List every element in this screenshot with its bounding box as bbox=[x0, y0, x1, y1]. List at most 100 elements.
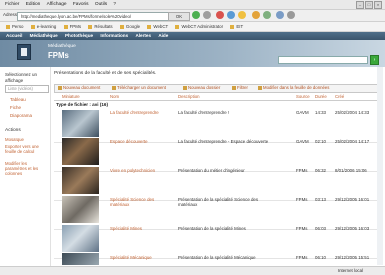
row-description: Présentation de la spécialité Mines bbox=[178, 226, 246, 231]
home-icon[interactable] bbox=[238, 11, 246, 19]
col-duration[interactable]: Durée bbox=[315, 94, 327, 99]
banner-subtitle: Médiathèque bbox=[48, 44, 76, 49]
action-export[interactable]: Exporter vers une feuille de calcul bbox=[5, 144, 49, 154]
fav-fpms[interactable]: FPMs bbox=[63, 22, 81, 31]
menu-edit[interactable]: Edition bbox=[26, 0, 41, 9]
status-zone: Internet local bbox=[337, 268, 363, 273]
video-thumbnail[interactable] bbox=[62, 167, 99, 194]
row-created: 25/02/2004 14:17 bbox=[335, 139, 370, 144]
search-input[interactable] bbox=[278, 56, 368, 64]
row-created: 29/12/2005 15:51 bbox=[335, 255, 370, 260]
menu-help[interactable]: ? bbox=[113, 0, 116, 9]
history-icon[interactable] bbox=[263, 11, 271, 19]
new-document-button[interactable]: Nouveau document bbox=[58, 85, 100, 91]
stop-icon[interactable] bbox=[216, 11, 224, 19]
row-description: La faculté d'entreprendre - Espace décou… bbox=[178, 139, 269, 144]
row-name[interactable]: Vivre en polytechnicien bbox=[110, 168, 170, 173]
fav-google[interactable]: Google bbox=[119, 22, 140, 31]
row-source: FPMs bbox=[296, 226, 308, 231]
go-button[interactable]: OK bbox=[168, 12, 190, 21]
nav-phototheque[interactable]: Photothèque bbox=[65, 32, 93, 40]
print-icon[interactable] bbox=[287, 11, 295, 19]
row-created: 8/01/2006 15:06 bbox=[335, 168, 367, 173]
filter-button[interactable]: Filtrer bbox=[232, 85, 248, 91]
col-created[interactable]: Créé bbox=[335, 94, 344, 99]
col-source[interactable]: Source bbox=[296, 94, 310, 99]
fav-perso[interactable]: Perso bbox=[6, 22, 23, 31]
browser-menubar: Fichier Edition Affichage Favoris Outils… bbox=[0, 0, 385, 10]
nav-accueil[interactable]: Accueil bbox=[6, 32, 22, 40]
library-description: Présentations de la faculté et de ses sp… bbox=[54, 71, 157, 76]
video-thumbnail[interactable] bbox=[62, 225, 99, 252]
close-icon[interactable]: × bbox=[374, 1, 382, 9]
video-thumbnail[interactable] bbox=[62, 253, 99, 265]
vertical-scrollbar[interactable] bbox=[377, 67, 383, 265]
row-created: 25/02/2004 14:33 bbox=[335, 110, 370, 115]
view-select-input[interactable]: Liste (vidéos) bbox=[5, 85, 49, 93]
refresh-icon[interactable] bbox=[227, 11, 235, 19]
nav-aide[interactable]: Aide bbox=[158, 32, 168, 40]
action-modify-settings[interactable]: Modifier les paramètres et les colonnes bbox=[5, 161, 49, 177]
menu-tools[interactable]: Outils bbox=[95, 0, 107, 9]
row-name[interactable]: La faculté d'entreprendre bbox=[110, 110, 170, 115]
row-description: Présentation de la spécialité Science de… bbox=[178, 197, 259, 208]
site-nav: Accueil Médiathèque Photothèque Informat… bbox=[0, 32, 385, 40]
col-description[interactable]: Description bbox=[178, 94, 200, 99]
datasheet-edit-button[interactable]: Modifier dans la feuille de données bbox=[258, 85, 329, 91]
upload-document-button[interactable]: Télécharger un document bbox=[112, 85, 166, 91]
row-source: FPMs bbox=[296, 168, 308, 173]
forward-icon[interactable] bbox=[203, 11, 211, 19]
fav-webct[interactable]: WebCT bbox=[147, 22, 168, 31]
row-name[interactable]: Spécialité Mines bbox=[110, 226, 170, 231]
minimize-icon[interactable]: – bbox=[356, 1, 364, 9]
row-source: FPMs bbox=[296, 197, 308, 202]
menu-view[interactable]: Affichage bbox=[47, 0, 67, 9]
row-duration: 02:10 bbox=[315, 139, 326, 144]
row-description: Présentation de la spécialité Mécanique bbox=[178, 255, 256, 260]
row-description: Présentation du métier d'ingénieur bbox=[178, 168, 245, 173]
window-controls: – □ × bbox=[355, 1, 382, 9]
view-link-diaporama[interactable]: Diaporama bbox=[10, 113, 32, 118]
row-name[interactable]: Spécialité Science des matériaux bbox=[110, 197, 170, 208]
menu-file[interactable]: Fichier bbox=[5, 0, 19, 9]
new-folder-button[interactable]: Nouveau dossier bbox=[183, 85, 220, 91]
row-description: La faculté d'entreprendre ! bbox=[178, 110, 230, 115]
maximize-icon[interactable]: □ bbox=[365, 1, 373, 9]
video-thumbnail[interactable] bbox=[62, 138, 99, 165]
nav-alertes[interactable]: Alertes bbox=[135, 32, 151, 40]
row-created: 29/12/2005 16:03 bbox=[335, 226, 370, 231]
row-source: FPMs bbox=[296, 255, 308, 260]
search-button[interactable]: › bbox=[370, 55, 379, 65]
row-name[interactable]: Spécialité Mécanique bbox=[110, 255, 170, 260]
row-duration: 14:33 bbox=[315, 110, 326, 115]
col-name[interactable]: Nom bbox=[110, 94, 119, 99]
view-link-fiche[interactable]: Fiche bbox=[10, 105, 21, 110]
view-link-tableau[interactable]: Tableau bbox=[10, 97, 26, 102]
row-duration: 06:32 bbox=[315, 168, 326, 173]
mail-icon[interactable] bbox=[276, 11, 284, 19]
fav-elearning[interactable]: e-learning bbox=[30, 22, 56, 31]
favorites-bar: Perso e-learning FPMs Résultats Google W… bbox=[0, 22, 385, 32]
row-created: 29/12/2005 16:01 bbox=[335, 197, 370, 202]
row-source: GAVM bbox=[296, 139, 309, 144]
banner-title: FPMs bbox=[48, 51, 69, 60]
fav-resultats[interactable]: Résultats bbox=[88, 22, 113, 31]
back-icon[interactable] bbox=[192, 11, 200, 19]
view-select-title: Sélectionnez un affichage bbox=[5, 72, 38, 83]
fav-webct-admin[interactable]: WebCT Administrator bbox=[175, 22, 223, 31]
col-thumbnail[interactable]: Miniature bbox=[62, 94, 80, 99]
address-input[interactable]: http://mediatheque.lyon.ac.be/FPMs/forme… bbox=[17, 12, 170, 21]
favorites-icon[interactable] bbox=[252, 11, 260, 19]
nav-mediatheque[interactable]: Médiathèque bbox=[30, 32, 58, 40]
video-thumbnail[interactable] bbox=[62, 110, 99, 137]
menu-favorites[interactable]: Favoris bbox=[73, 0, 89, 9]
nav-informations[interactable]: Informations bbox=[100, 32, 128, 40]
row-name[interactable]: Espace découverte bbox=[110, 139, 170, 144]
video-thumbnail[interactable] bbox=[62, 196, 99, 223]
row-duration: 03:13 bbox=[315, 197, 326, 202]
site-logo-icon bbox=[17, 44, 31, 60]
fav-eit[interactable]: EIT bbox=[230, 22, 243, 31]
row-source: GAVM bbox=[296, 110, 309, 115]
action-mosaique[interactable]: Mosaïque bbox=[5, 137, 49, 142]
actions-title: Actions bbox=[5, 128, 21, 133]
